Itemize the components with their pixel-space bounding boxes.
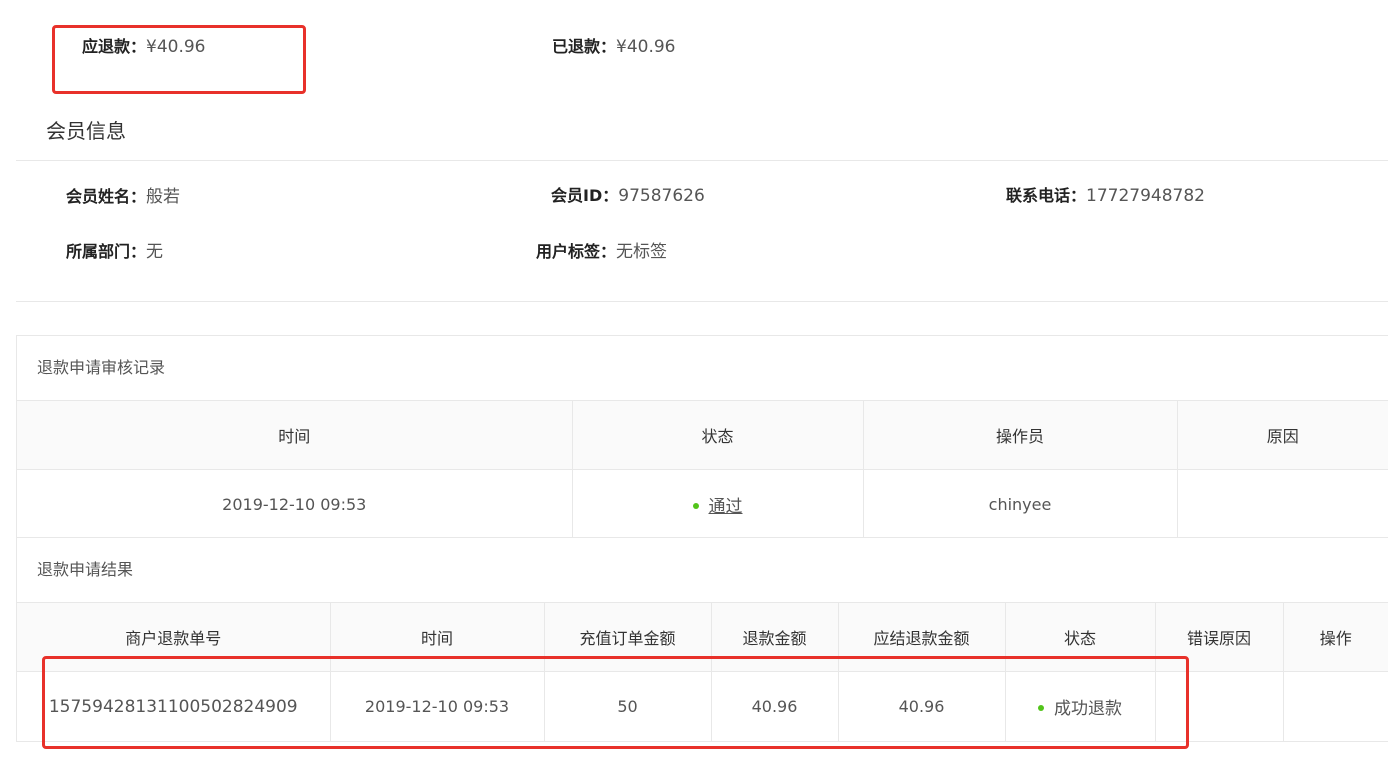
member-phone: 联系电话：17727948782 <box>1006 182 1205 206</box>
member-phone-value: 17727948782 <box>1086 186 1205 206</box>
member-phone-label: 联系电话： <box>1006 186 1087 205</box>
annotation-box-result-row <box>42 656 1189 749</box>
member-tag: 用户标签：无标签 <box>536 237 667 262</box>
status-dot-icon <box>692 502 699 509</box>
col-header-time: 时间 <box>17 401 573 470</box>
audit-record-card: 退款申请审核记录 时间 状态 操作员 原因 2019-12-10 09:53 通… <box>16 335 1388 540</box>
divider <box>16 160 1388 161</box>
col-header-status: 状态 <box>572 401 864 470</box>
audit-time: 2019-12-10 09:53 <box>17 469 573 539</box>
member-name-label: 会员姓名： <box>66 187 147 206</box>
audit-reason <box>1177 470 1388 540</box>
audit-record-title: 退款申请审核记录 <box>17 336 1388 401</box>
col-header-operator: 操作员 <box>863 401 1178 470</box>
annotation-box-due-refund <box>52 25 306 94</box>
table-header-row: 时间 状态 操作员 原因 <box>17 401 1388 470</box>
audit-record-table: 时间 状态 操作员 原因 2019-12-10 09:53 通过 chinyee <box>17 401 1388 539</box>
row-actions <box>1283 672 1388 742</box>
member-tag-label: 用户标签： <box>536 242 617 261</box>
member-id: 会员ID：97587626 <box>551 182 705 206</box>
member-department-value: 无 <box>146 242 164 262</box>
member-department: 所属部门：无 <box>66 237 163 262</box>
member-tag-value: 无标签 <box>616 242 668 262</box>
refund-result-title: 退款申请结果 <box>17 538 1388 603</box>
refunded-amount: 已退款：¥40.96 <box>552 33 676 57</box>
refunded-label: 已退款： <box>552 37 617 56</box>
col-header-reason: 原因 <box>1177 401 1388 470</box>
divider <box>16 301 1388 302</box>
member-department-label: 所属部门： <box>66 242 147 261</box>
audit-operator: chinyee <box>863 469 1178 539</box>
member-id-value: 97587626 <box>618 186 705 206</box>
member-name: 会员姓名：般若 <box>66 182 180 207</box>
table-row: 2019-12-10 09:53 通过 chinyee <box>17 469 1388 540</box>
col-header-action: 操作 <box>1283 603 1388 672</box>
member-name-value: 般若 <box>146 187 181 207</box>
audit-status-cell: 通过 <box>572 469 864 539</box>
member-id-label: 会员ID： <box>551 186 619 205</box>
audit-status-link[interactable]: 通过 <box>709 497 743 517</box>
refunded-value: ¥40.96 <box>616 37 676 57</box>
member-info-title: 会员信息 <box>46 119 126 143</box>
